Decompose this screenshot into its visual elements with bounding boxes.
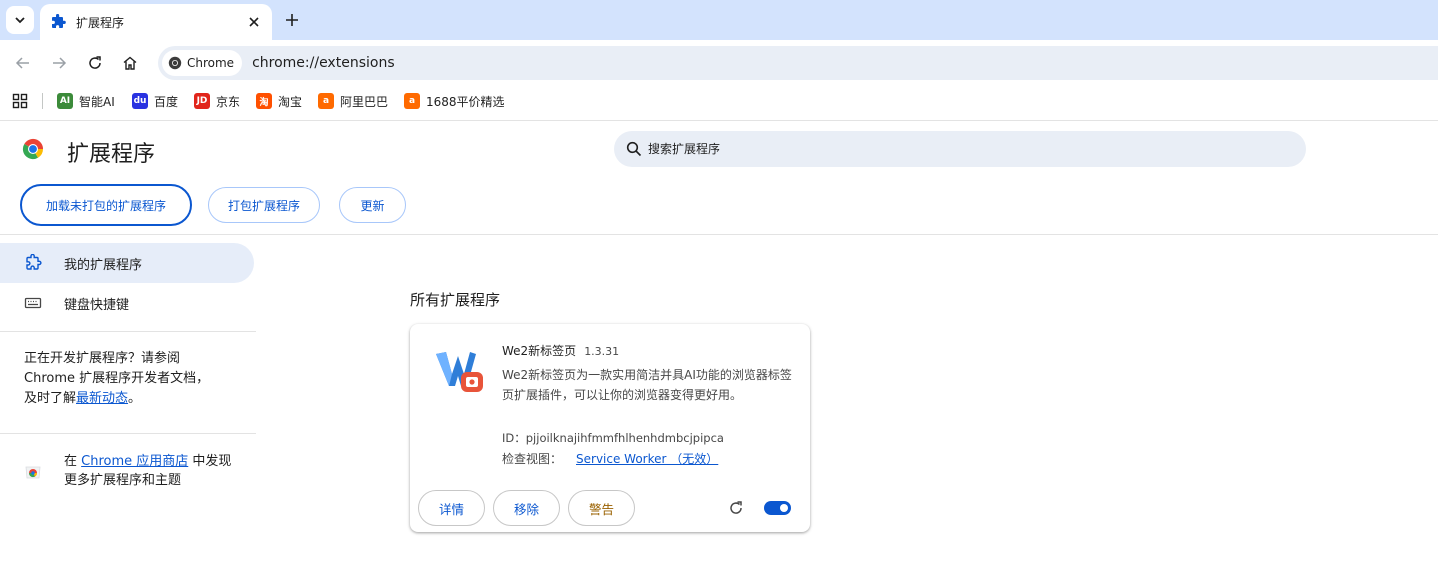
home-button[interactable] <box>118 51 142 75</box>
header-divider <box>0 120 1438 121</box>
arrow-right-icon <box>53 57 67 69</box>
bookmarks-bar: AI 智能AI du 百度 JD 京东 淘 淘宝 a 阿里巴巴 a 1688平价… <box>0 86 1438 116</box>
bookmark-baidu[interactable]: du 百度 <box>132 92 178 110</box>
toolbar-divider <box>0 234 1438 235</box>
dev-text-line: 及时了解 <box>24 391 77 406</box>
reload-icon <box>89 56 101 69</box>
webstore-link[interactable]: Chrome 应用商店 <box>81 454 188 469</box>
taobao-favicon: 淘 <box>256 93 272 109</box>
home-icon <box>123 56 137 70</box>
extension-name: We2新标签页 1.3.31 <box>502 342 619 359</box>
search-box[interactable] <box>614 131 1306 167</box>
details-button[interactable]: 详情 <box>418 490 485 526</box>
section-title: 所有扩展程序 <box>410 291 501 309</box>
forward-button[interactable] <box>47 51 71 75</box>
toggle-knob <box>780 504 788 512</box>
close-tab-button[interactable] <box>246 14 262 30</box>
bookmark-label: 智能AI <box>79 94 115 109</box>
warnings-button[interactable]: 警告 <box>568 490 635 526</box>
chevron-down-icon <box>15 17 25 24</box>
sidebar-divider <box>0 331 256 332</box>
extension-version: 1.3.31 <box>584 345 620 358</box>
ai-favicon: AI <box>57 93 73 109</box>
apps-grid-icon <box>12 93 28 109</box>
webstore-icon <box>25 466 41 479</box>
search-input[interactable] <box>648 142 1248 156</box>
store-text-pre: 在 <box>64 454 82 469</box>
we2-extension-icon <box>436 352 483 392</box>
sidebar-item-shortcuts[interactable]: 键盘快捷键 <box>0 283 254 323</box>
dev-text-line: 正在开发扩展程序？请参阅 <box>24 351 181 366</box>
jd-favicon: JD <box>194 93 210 109</box>
extension-id-value: pjjoilknajihfmmfhlhenhdmbcjpipca <box>525 431 724 445</box>
tab-strip: 扩展程序 <box>0 0 1438 40</box>
bookmark-1688[interactable]: a 1688平价精选 <box>404 92 505 110</box>
tab-search-button[interactable] <box>6 6 34 34</box>
enable-toggle[interactable] <box>764 501 791 515</box>
puzzle-icon <box>52 14 66 28</box>
chrome-logo-icon <box>168 56 182 70</box>
arrow-left-icon <box>15 57 29 69</box>
load-unpacked-button[interactable]: 加载未打包的扩展程序 <box>20 184 192 226</box>
sidebar-divider <box>0 433 256 434</box>
remove-button[interactable]: 移除 <box>493 490 560 526</box>
plus-icon <box>286 14 298 26</box>
sidebar-item-label: 我的扩展程序 <box>64 257 143 273</box>
keyboard-icon <box>24 297 42 309</box>
page-title: 扩展程序 <box>67 142 156 167</box>
toolbar: Chrome chrome://extensions <box>0 40 1438 86</box>
pack-extension-button[interactable]: 打包扩展程序 <box>208 187 320 223</box>
bookmark-taobao[interactable]: 淘 淘宝 <box>256 92 302 110</box>
tab-title: 扩展程序 <box>76 15 125 30</box>
webstore-text: 在 Chrome 应用商店 中发现更多扩展程序和主题 <box>64 452 244 490</box>
bookmarks-separator <box>42 93 43 109</box>
bookmark-label: 京东 <box>216 94 241 109</box>
site-chip[interactable]: Chrome <box>162 50 243 76</box>
dev-docs-text: 正在开发扩展程序？请参阅 Chrome 扩展程序开发者文档， 及时了解最新动态。 <box>24 349 209 409</box>
chrome-logo-icon <box>22 138 44 160</box>
bookmark-label: 1688平价精选 <box>426 94 505 109</box>
dev-text-punct: 。 <box>128 391 142 406</box>
latest-news-link[interactable]: 最新动态 <box>76 391 128 406</box>
back-button[interactable] <box>11 51 35 75</box>
extension-id-label: ID： <box>502 431 526 445</box>
baidu-paw-icon: du <box>132 93 148 109</box>
reload-button[interactable] <box>83 51 107 75</box>
bookmark-alibaba[interactable]: a 阿里巴巴 <box>318 92 388 110</box>
close-icon <box>249 17 259 27</box>
alibaba-favicon: a <box>318 93 334 109</box>
extension-id: ID：pjjoilknajihfmmfhlhenhdmbcjpipca <box>502 430 724 446</box>
reload-extension-icon[interactable] <box>728 500 744 516</box>
update-button[interactable]: 更新 <box>339 187 406 223</box>
sidebar-item-label: 键盘快捷键 <box>64 297 130 313</box>
dev-text-line: Chrome 扩展程序开发者文档， <box>24 371 210 386</box>
extension-description: We2新标签页为一款实用简洁并具AI功能的浏览器标签页扩展插件，可以让你的浏览器… <box>502 368 792 402</box>
bookmark-jd[interactable]: JD 京东 <box>194 92 240 110</box>
inspect-label: 检查视图： <box>502 452 563 466</box>
extension-outline-icon <box>26 254 42 270</box>
omnibox[interactable]: Chrome chrome://extensions <box>158 46 1438 80</box>
bookmark-ai[interactable]: AI 智能AI <box>57 92 115 110</box>
1688-favicon: a <box>404 93 420 109</box>
active-tab[interactable]: 扩展程序 <box>40 4 272 40</box>
inspect-views: 检查视图： Service Worker （无效） <box>502 450 718 467</box>
bookmark-label: 阿里巴巴 <box>340 94 389 109</box>
search-icon <box>626 141 642 157</box>
extension-name-text: We2新标签页 <box>502 344 577 358</box>
new-tab-button[interactable] <box>282 10 302 30</box>
service-worker-link[interactable]: Service Worker （无效） <box>576 452 718 466</box>
url-text[interactable]: chrome://extensions <box>252 55 395 71</box>
apps-button[interactable] <box>12 93 28 113</box>
webstore-promo: 在 Chrome 应用商店 中发现更多扩展程序和主题 <box>24 452 244 490</box>
sidebar-item-my-extensions[interactable]: 我的扩展程序 <box>0 243 254 283</box>
bookmark-label: 百度 <box>154 94 179 109</box>
bookmark-label: 淘宝 <box>278 94 303 109</box>
extension-card: We2新标签页 1.3.31 We2新标签页为一款实用简洁并具AI功能的浏览器标签… <box>410 324 810 532</box>
site-chip-label: Chrome <box>187 56 235 70</box>
